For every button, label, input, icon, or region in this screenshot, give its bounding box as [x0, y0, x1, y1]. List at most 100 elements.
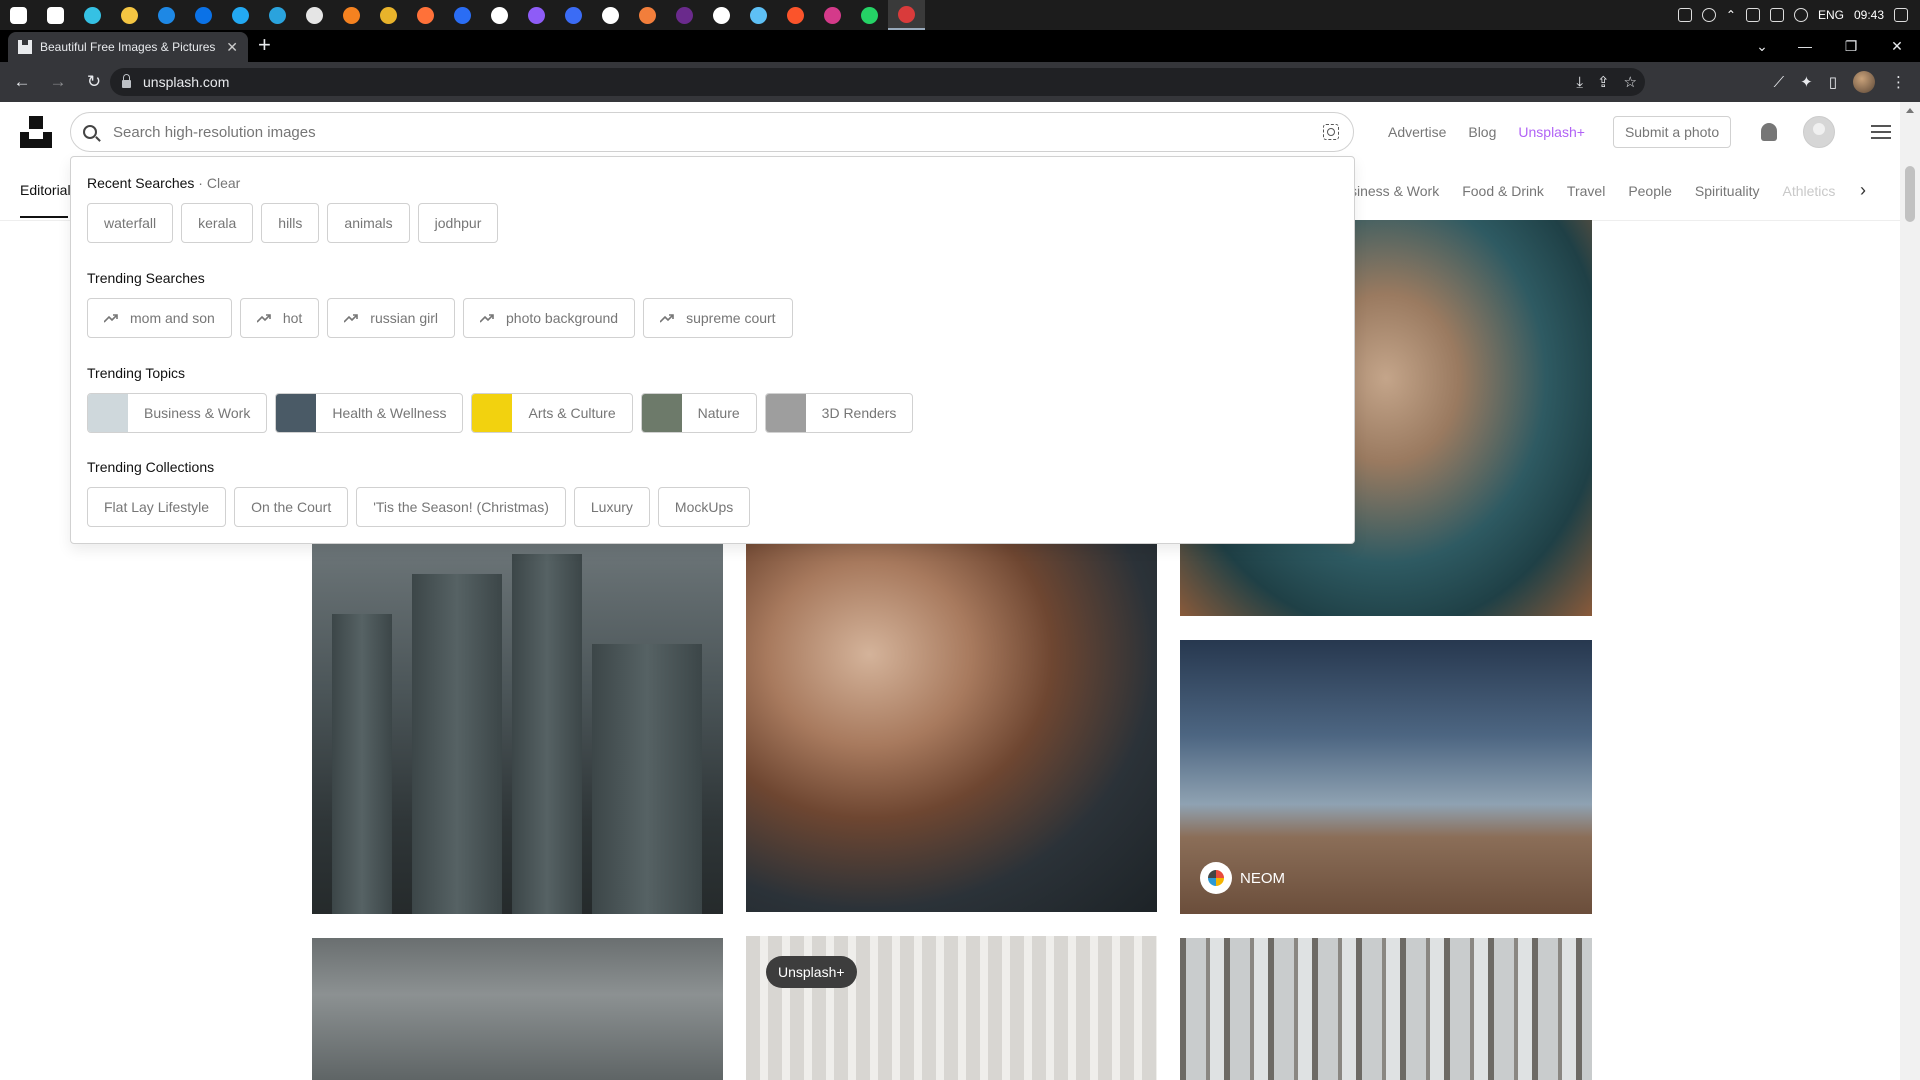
scroll-up-arrow-icon[interactable] [1906, 108, 1914, 113]
profile-avatar[interactable] [1853, 71, 1875, 93]
recent-search-chip[interactable]: animals [327, 203, 410, 243]
unsplash-logo-icon[interactable] [20, 116, 52, 148]
install-app-icon[interactable]: ⤓ [1576, 74, 1583, 91]
collection-chip[interactable]: Luxury [573, 487, 650, 527]
chevron-right-icon[interactable]: › [1860, 180, 1866, 201]
trending-topic-chip[interactable]: Business & Work [87, 393, 268, 433]
neom-sponsor[interactable]: NEOM [1200, 862, 1285, 894]
tab-search-icon[interactable]: ⌄ [1742, 30, 1782, 62]
page-scrollbar[interactable] [1900, 102, 1920, 1080]
side-panel-icon[interactable]: ▯ [1829, 73, 1837, 91]
app-violet-icon[interactable] [666, 0, 703, 30]
trending-search-chip[interactable]: photo background [463, 298, 636, 338]
topic-athletics[interactable]: Athletics [1783, 183, 1836, 199]
bookmark-star-icon[interactable]: ☆ [1624, 73, 1637, 91]
browser-tab-unsplash[interactable]: Beautiful Free Images & Pictures ✕ [8, 32, 248, 62]
brave-icon[interactable] [777, 0, 814, 30]
new-tab-button[interactable]: + [258, 34, 271, 56]
battery-icon[interactable] [1745, 8, 1760, 22]
forward-button[interactable]: → [44, 68, 72, 96]
photo-woman-hug[interactable] [746, 544, 1157, 912]
clear-recent-button[interactable]: Clear [207, 175, 240, 191]
url-text[interactable]: unsplash.com [143, 74, 229, 90]
trending-search-chip[interactable]: hot [239, 298, 320, 338]
photo-city-skyscrapers[interactable] [312, 544, 723, 914]
notifications-bell-icon[interactable] [1761, 123, 1778, 141]
app-orange-icon[interactable] [629, 0, 666, 30]
volume-icon[interactable] [1793, 8, 1808, 22]
chrome-icon[interactable] [370, 0, 407, 30]
topic-spirituality[interactable]: Spirituality [1695, 183, 1760, 199]
extension-icon[interactable]: ⟋ [1774, 74, 1785, 91]
collection-chip[interactable]: MockUps [657, 487, 751, 527]
user-avatar[interactable] [1803, 116, 1836, 148]
recent-search-chip[interactable]: waterfall [87, 203, 174, 243]
submit-photo-button[interactable]: Submit a photo [1612, 116, 1732, 148]
extensions-puzzle-icon[interactable]: ✦ [1800, 73, 1813, 91]
search-input[interactable] [113, 123, 1263, 141]
app-m-icon[interactable] [444, 0, 481, 30]
restore-button[interactable]: ❐ [1828, 30, 1874, 62]
tab-close-icon[interactable]: ✕ [226, 39, 238, 56]
topic-business-work[interactable]: siness & Work [1350, 183, 1439, 199]
advertise-link[interactable]: Advertise [1388, 124, 1446, 140]
app-ring-icon[interactable] [481, 0, 518, 30]
trending-topic-chip[interactable]: 3D Renders [764, 393, 914, 433]
minimize-button[interactable]: — [1782, 30, 1828, 62]
app-blue-icon[interactable] [185, 0, 222, 30]
lock-icon[interactable] [122, 74, 131, 88]
tray-app-icon[interactable] [1677, 8, 1692, 22]
chrome-active-icon[interactable] [888, 0, 925, 30]
photo-snowy-forest[interactable] [1180, 938, 1592, 1080]
photo-desert-neom[interactable]: NEOM [1180, 640, 1592, 914]
recent-search-chip[interactable]: jodhpur [417, 203, 499, 243]
search-icon[interactable] [83, 125, 97, 139]
recent-search-chip[interactable]: hills [261, 203, 320, 243]
photo-interior-room[interactable]: Unsplash+ [746, 936, 1157, 1080]
address-bar[interactable]: unsplash.com ⤓ ⇪ ☆ [110, 68, 1645, 96]
browser-menu-icon[interactable]: ⋮ [1891, 73, 1906, 91]
hamburger-menu-icon[interactable] [1871, 125, 1892, 139]
trending-topic-chip[interactable]: Health & Wellness [275, 393, 464, 433]
trending-topic-chip[interactable]: Arts & Culture [471, 393, 633, 433]
topic-people[interactable]: People [1628, 183, 1672, 199]
firefox-icon[interactable] [407, 0, 444, 30]
topic-editorial[interactable]: Editorial [20, 182, 71, 198]
unsplash-plus-link[interactable]: Unsplash+ [1518, 124, 1585, 140]
collection-chip[interactable]: Flat Lay Lifestyle [87, 487, 227, 527]
close-window-button[interactable]: ✕ [1874, 30, 1920, 62]
language-indicator[interactable]: ENG [1818, 8, 1844, 22]
back-button[interactable]: ← [8, 68, 36, 96]
task-view-icon[interactable] [37, 0, 74, 30]
tray-chevron-icon[interactable]: ⌃ [1726, 8, 1736, 22]
edge-icon[interactable] [74, 0, 111, 30]
scroll-thumb[interactable] [1905, 166, 1915, 222]
reload-button[interactable]: ↻ [80, 68, 108, 96]
tray-sync-icon[interactable] [1701, 8, 1716, 22]
trending-topic-chip[interactable]: Nature [640, 393, 757, 433]
app-circle-icon[interactable] [296, 0, 333, 30]
clock[interactable]: 09:43 [1854, 8, 1884, 22]
topic-food-drink[interactable]: Food & Drink [1462, 183, 1544, 199]
search-bar[interactable] [70, 112, 1354, 152]
notifications-icon[interactable] [1894, 8, 1908, 22]
recent-search-chip[interactable]: kerala [181, 203, 254, 243]
blog-link[interactable]: Blog [1468, 124, 1496, 140]
vlc-icon[interactable] [333, 0, 370, 30]
app-purple-icon[interactable] [518, 0, 555, 30]
trending-search-chip[interactable]: mom and son [87, 298, 232, 338]
whatsapp-icon[interactable] [851, 0, 888, 30]
mail-icon[interactable] [148, 0, 185, 30]
app-white-circle-icon[interactable] [703, 0, 740, 30]
collection-chip[interactable]: 'Tis the Season! (Christmas) [356, 487, 566, 527]
network-icon[interactable] [1769, 8, 1784, 22]
share-icon[interactable]: ⇪ [1597, 73, 1610, 91]
app-teal-icon[interactable] [592, 0, 629, 30]
topic-travel[interactable]: Travel [1567, 183, 1605, 199]
vscode-icon[interactable] [222, 0, 259, 30]
windows-start-icon[interactable] [0, 0, 37, 30]
visual-search-icon[interactable] [1323, 124, 1339, 140]
photo-rocket-tower[interactable] [312, 938, 723, 1080]
trending-search-chip[interactable]: russian girl [327, 298, 455, 338]
app-blue-circle-icon[interactable] [555, 0, 592, 30]
